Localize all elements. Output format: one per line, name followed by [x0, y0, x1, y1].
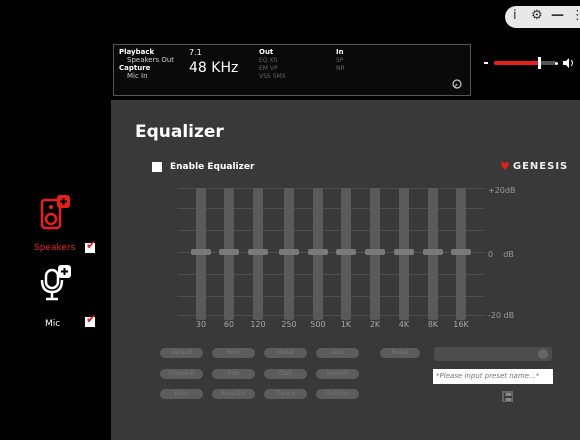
preset-button-pop[interactable]: Pop [212, 369, 255, 379]
eq-freq-label: 2K [369, 320, 381, 329]
eq-freq-label: 120 [250, 320, 266, 329]
db-label-top: +20dB [488, 186, 516, 195]
volume-fill [494, 61, 539, 65]
playback-device: Speakers Out [127, 56, 175, 64]
out-label: Out [259, 48, 274, 56]
db-label-mid: 0 dB [488, 250, 514, 259]
preset-button-outdoor[interactable]: Outdoor [316, 389, 359, 399]
window-controls: i ⚙ — ⋮ [505, 6, 580, 28]
master-volume [484, 57, 580, 69]
sample-rate-value: 48 KHz [189, 60, 239, 76]
preset-select[interactable] [434, 347, 552, 361]
preset-button-rock[interactable]: Rock [212, 348, 255, 358]
out-row-3[interactable]: VSS SMX [259, 73, 286, 80]
db-label-bottom: -20 dB [488, 311, 515, 320]
eq-knob-16k[interactable] [451, 249, 471, 255]
eq-freq-label: 16K [453, 320, 469, 329]
eq-knob-120[interactable] [248, 249, 268, 255]
preset-reset-button[interactable]: Reset [380, 348, 420, 358]
playback-label: Playback [119, 48, 155, 56]
preset-button-club[interactable]: Club [264, 369, 307, 379]
volume-dot [555, 62, 558, 65]
save-preset-icon[interactable] [502, 391, 513, 402]
preset-button-classical[interactable]: Classical [160, 369, 203, 379]
minimize-icon[interactable]: — [551, 8, 564, 23]
page-title: Equalizer [135, 122, 224, 142]
preset-button-metal[interactable]: Metal [264, 348, 307, 358]
eq-knob-60[interactable] [219, 249, 239, 255]
brand-name: GENESIS [512, 161, 569, 172]
eq-knob-250[interactable] [279, 249, 299, 255]
eq-knob-4k[interactable] [394, 249, 414, 255]
eq-knob-500[interactable] [308, 249, 328, 255]
in-section: In SP NR [336, 48, 345, 72]
volume-track[interactable] [494, 61, 556, 65]
info-icon[interactable]: i [513, 8, 517, 23]
chevron-down-icon[interactable] [538, 349, 548, 359]
eq-freq-label: 250 [281, 320, 297, 329]
speakers-checkbox[interactable] [85, 238, 96, 253]
preset-button-acoustic[interactable]: Acoustic [212, 389, 255, 399]
out-row-2[interactable]: EM VP [259, 65, 278, 72]
volume-handle[interactable] [538, 57, 541, 69]
more-icon[interactable]: ⋮ [571, 8, 580, 23]
heart-logo-icon: ♥ [500, 160, 511, 173]
eq-knob-1k[interactable] [336, 249, 356, 255]
device-label-speakers[interactable]: Speakers [34, 243, 75, 253]
preset-button-speech[interactable]: Speech [316, 369, 359, 379]
device-info-panel: Playback Speakers Out Capture Mic In 7.1… [113, 44, 471, 96]
out-row-1[interactable]: EQ XS [259, 57, 277, 64]
microphone-device-icon[interactable] [36, 264, 76, 304]
gear-icon[interactable]: ⚙ [531, 8, 543, 23]
enable-equalizer-toggle[interactable]: Enable Equalizer [152, 162, 254, 172]
eq-freq-label: 30 [195, 320, 207, 329]
preset-name-input[interactable] [433, 369, 553, 384]
eq-freq-label: 500 [310, 320, 326, 329]
playback-section: Playback Speakers Out Capture Mic In [119, 48, 174, 80]
enable-equalizer-label: Enable Equalizer [170, 162, 255, 172]
preset-button-dance[interactable]: Dance [264, 389, 307, 399]
capture-label: Capture [119, 64, 151, 72]
in-row-2[interactable]: NR [336, 65, 345, 72]
in-label: In [336, 48, 344, 56]
mic-checkbox[interactable] [85, 312, 96, 327]
device-label-mic[interactable]: Mic [45, 319, 60, 329]
eq-knob-2k[interactable] [365, 249, 385, 255]
eq-knob-8k[interactable] [423, 249, 443, 255]
capture-device: Mic In [127, 72, 148, 80]
eq-freq-label: 4K [398, 320, 410, 329]
in-row-1[interactable]: SP [336, 57, 343, 64]
settings-dial-icon[interactable] [452, 79, 462, 89]
eq-freq-label: 60 [223, 320, 235, 329]
preset-button-bass[interactable]: Bass [160, 389, 203, 399]
eq-freq-label: 8K [427, 320, 439, 329]
channels-value: 7.1 [189, 48, 202, 57]
speaker-device-icon[interactable] [38, 194, 72, 232]
enable-equalizer-checkbox[interactable] [152, 162, 162, 172]
speaker-volume-icon[interactable] [563, 58, 575, 68]
eq-freq-label: 1K [340, 320, 352, 329]
preset-button-jazz[interactable]: Jazz [316, 348, 359, 358]
volume-minus-icon[interactable] [484, 62, 488, 64]
out-section: Out EQ XS EM VP VSS SMX [259, 48, 286, 80]
preset-button-default[interactable]: Default [160, 348, 203, 358]
eq-knob-30[interactable] [191, 249, 211, 255]
brand-logo: ♥ GENESIS [500, 160, 568, 173]
